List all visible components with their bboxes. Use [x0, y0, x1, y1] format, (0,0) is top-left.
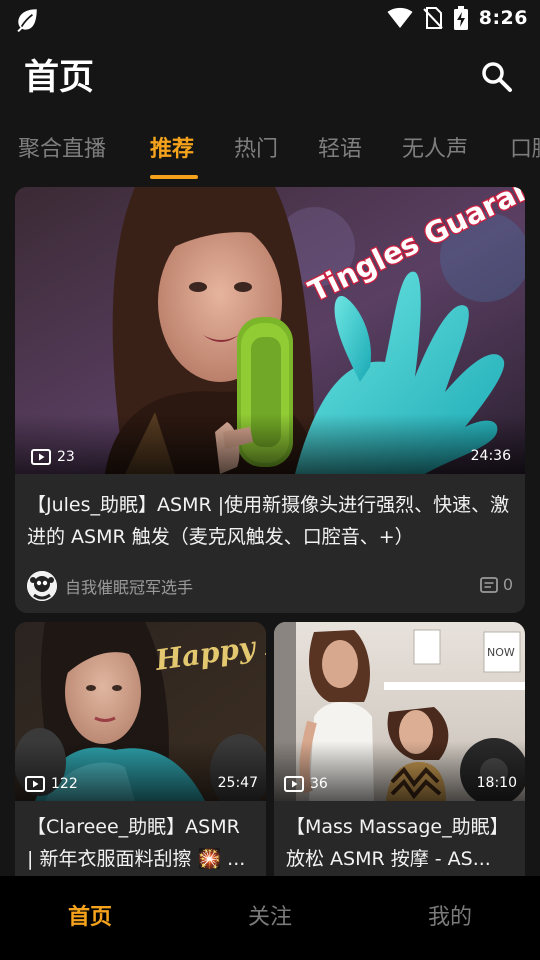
tab-recommended[interactable]: 推荐: [150, 128, 194, 172]
video-title[interactable]: 【Jules_助眠】ASMR |使用新摄像头进行强烈、快速、激进的 ASMR 触…: [27, 489, 511, 553]
thumbnail-shade: [274, 741, 525, 801]
search-icon[interactable]: [480, 60, 514, 94]
comment-icon: [479, 576, 498, 593]
play-count-value: 122: [51, 776, 78, 792]
battery-charging-icon: [453, 6, 468, 30]
screen: 8:26 首页 聚合直播 推荐 热门 轻语 无人声 口腔: [0, 0, 540, 960]
play-icon: [25, 776, 45, 792]
tab-whisper[interactable]: 轻语: [318, 128, 362, 172]
page-title: 首页: [24, 58, 95, 98]
tab-live[interactable]: 聚合直播: [18, 128, 106, 172]
play-count-value: 23: [57, 449, 75, 465]
video-thumbnail[interactable]: NOW 36 18:10: [274, 622, 525, 801]
status-time: 8:26: [478, 7, 528, 29]
leaf-icon: [17, 9, 37, 32]
play-count: 23: [31, 449, 75, 465]
tab-no-talking[interactable]: 无人声: [402, 128, 468, 172]
nav-home[interactable]: 首页: [0, 876, 180, 960]
play-count: 36: [284, 776, 328, 792]
video-card-left[interactable]: Happy New Year 122 25:47 【Clareee_助眠】ASM…: [15, 622, 266, 892]
category-tabs: 聚合直播 推荐 热门 轻语 无人声 口腔: [18, 128, 540, 184]
no-sim-icon: [423, 7, 443, 29]
author[interactable]: 自我催眠冠军选手: [27, 571, 193, 601]
thumbnail-shade: [15, 741, 266, 801]
nav-following[interactable]: 关注: [180, 876, 360, 960]
wifi-icon: [387, 7, 413, 28]
video-duration: 25:47: [217, 775, 258, 791]
author-name[interactable]: 自我催眠冠军选手: [65, 574, 193, 598]
avatar-image: [27, 571, 57, 601]
nav-me[interactable]: 我的: [360, 876, 540, 960]
video-duration: 18:10: [476, 775, 517, 791]
avatar[interactable]: [27, 571, 57, 601]
header: 首页: [0, 50, 540, 110]
comment-count[interactable]: 0: [479, 575, 513, 594]
wall-poster-text: NOW: [487, 646, 515, 659]
play-icon: [284, 776, 304, 792]
tab-hot[interactable]: 热门: [234, 128, 278, 172]
tab-mouth-sounds[interactable]: 口腔: [510, 128, 540, 172]
comment-count-value: 0: [502, 575, 513, 594]
play-icon: [31, 449, 51, 465]
play-count: 122: [25, 776, 78, 792]
bottom-nav: 首页 关注 我的: [0, 876, 540, 960]
play-count-value: 36: [310, 776, 328, 792]
video-thumbnail[interactable]: Happy New Year 122 25:47: [15, 622, 266, 801]
active-tab-indicator: [150, 175, 198, 179]
video-title[interactable]: 【Mass Massage_助眠】放松 ASMR 按摩 - AS...: [286, 811, 511, 875]
video-card-featured[interactable]: Tingles Guaranteed 23 24:36 【Jules_助眠】AS…: [15, 187, 525, 613]
thumbnail-shade: [15, 414, 525, 474]
video-thumbnail[interactable]: Tingles Guaranteed 23 24:36: [15, 187, 525, 474]
status-right: 8:26: [387, 5, 528, 31]
status-bar: 8:26: [0, 0, 540, 36]
video-title[interactable]: 【Clareee_助眠】ASMR | 新年衣服面料刮擦 🎇 ...: [27, 811, 252, 875]
video-card-right[interactable]: NOW 36 18:10 【Mass Massage_助眠】放松 ASMR 按摩…: [274, 622, 525, 892]
video-duration: 24:36: [470, 448, 511, 464]
